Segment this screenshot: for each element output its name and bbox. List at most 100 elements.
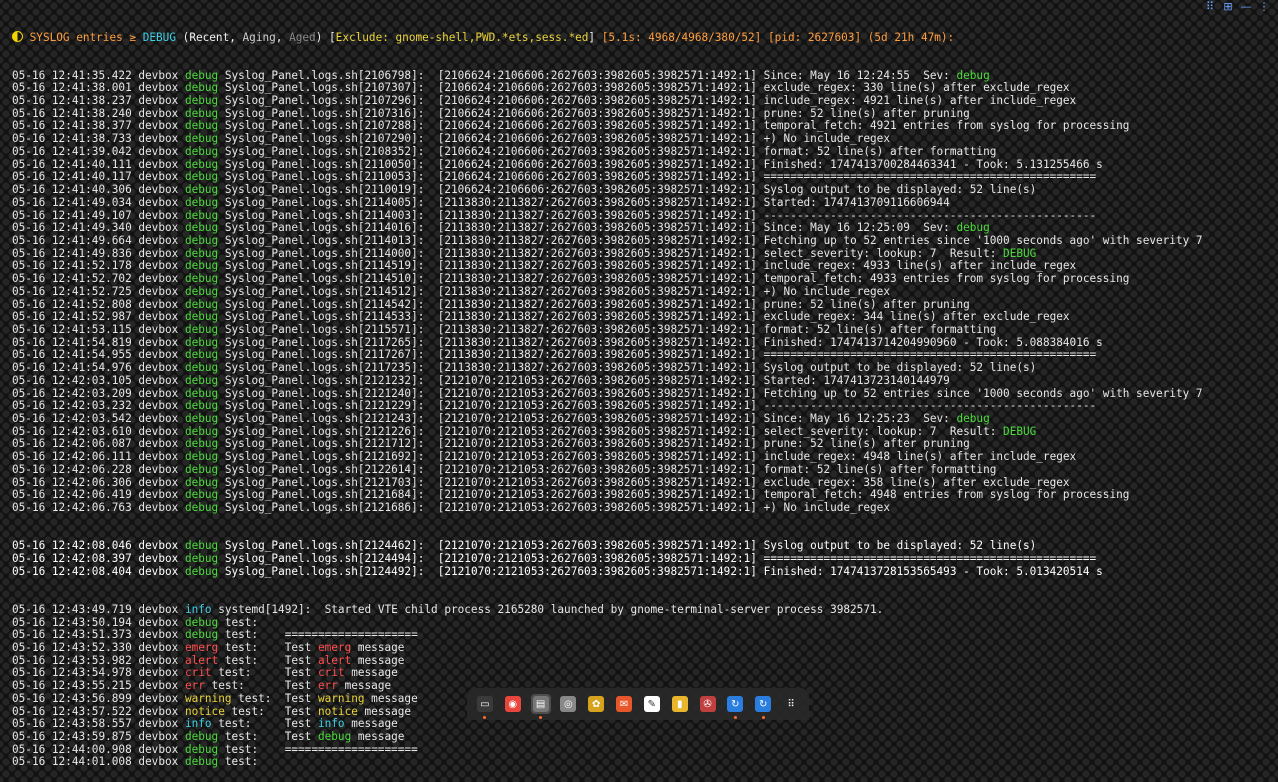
grid-icon[interactable]: ⠿ <box>1204 1 1216 13</box>
header-segment: SYSLOG entries <box>23 31 130 45</box>
log-host: devbox <box>138 246 179 260</box>
log-message: Syslog output to be displayed: 52 line(s… <box>763 361 1037 375</box>
log-source: Syslog_Panel.logs.sh[2110053]: <box>224 170 425 184</box>
bug-icon-glyph: ✿ <box>588 696 605 712</box>
log-severity: debug <box>184 272 219 286</box>
log-host: devbox <box>138 144 179 158</box>
log-timestamp: 05-16 12:43:53.982 <box>12 653 132 667</box>
minimize-icon[interactable]: — <box>1240 1 1252 13</box>
bug-icon[interactable]: ✿ <box>586 694 606 714</box>
log-host: devbox <box>138 195 179 209</box>
log-message: Since: May 16 12:25:23 Sev: <box>763 412 957 425</box>
archive-icon[interactable]: ▮ <box>670 694 690 714</box>
log-message: message <box>357 704 412 718</box>
log-severity: debug <box>184 501 219 515</box>
header-segment: Exclude: gnome-shell,PWD.*ets,sess.*ed <box>335 31 589 45</box>
dots-icon[interactable]: ⋮ <box>1258 1 1270 13</box>
log-severity: debug <box>184 183 219 197</box>
log-host: devbox <box>138 691 179 705</box>
log-timestamp: 05-16 12:42:08.397 <box>12 551 132 565</box>
log-source: Syslog_Panel.logs.sh[2124494]: <box>224 551 425 565</box>
log-ids: [2106624:2106606:2627603:3982605:3982571… <box>437 106 757 120</box>
log-timestamp: 05-16 12:42:06.111 <box>12 450 132 464</box>
header-segment: Aging <box>242 31 276 45</box>
mail-icon-glyph: ✉ <box>616 696 633 712</box>
log-line: 05-16 12:44:01.008 devbox debug test: <box>12 756 1278 769</box>
log-message: message <box>351 729 405 743</box>
log-timestamp: 05-16 12:41:38.733 <box>12 132 132 146</box>
log-severity: debug <box>184 81 219 95</box>
sync2-icon-glyph: ↻ <box>755 696 772 712</box>
log-severity: debug <box>184 386 219 400</box>
log-message: select_severity: lookup: 7 Result: <box>763 246 1004 260</box>
tools-icon[interactable]: ✇ <box>698 694 718 714</box>
debug-log-block: 05-16 12:41:35.422 devbox debug Syslog_P… <box>12 68 1278 515</box>
log-message: debug <box>317 729 352 743</box>
log-message: Started: 1747413723140144979 <box>763 373 950 387</box>
log-severity: debug <box>184 132 219 146</box>
log-ids: [2121070:2121053:2627603:3982605:3982571… <box>437 399 757 413</box>
log-source: Syslog_Panel.logs.sh[2117267]: <box>224 348 425 362</box>
log-message: format: 52 line(s) after formatting <box>763 462 997 476</box>
log-message: test: <box>218 615 259 629</box>
log-message: test: Test <box>204 679 318 693</box>
sync-icon[interactable]: ↻ <box>725 694 745 719</box>
log-host: devbox <box>138 221 179 235</box>
log-severity: info <box>184 717 212 731</box>
log-message: message <box>344 717 398 731</box>
sync-icon-glyph: ↻ <box>727 696 744 712</box>
log-source: Syslog_Panel.logs.sh[2121686]: <box>224 501 425 515</box>
log-source: Syslog_Panel.logs.sh[2114519]: <box>224 259 425 273</box>
terminal-icon[interactable]: ▭ <box>475 694 495 719</box>
log-host: devbox <box>138 551 179 565</box>
log-host: devbox <box>138 208 179 222</box>
log-timestamp: 05-16 12:41:49.664 <box>12 233 132 247</box>
log-ids: [2113830:2113827:2627603:3982605:3982571… <box>437 322 757 336</box>
log-source: Syslog_Panel.logs.sh[2107316]: <box>224 106 425 120</box>
log-severity: debug <box>184 208 219 222</box>
log-host: devbox <box>138 170 179 184</box>
files-icon[interactable]: ▤ <box>530 694 551 719</box>
log-message: debug <box>956 412 990 425</box>
log-host: devbox <box>138 348 179 362</box>
log-ids: [2113830:2113827:2627603:3982605:3982571… <box>437 233 757 247</box>
chrome-icon[interactable]: ◉ <box>503 694 523 714</box>
log-ids: [2121070:2121053:2627603:3982605:3982571… <box>437 437 757 451</box>
layout-icon[interactable]: ⊞ <box>1222 1 1234 13</box>
log-timestamp: 05-16 12:43:50.194 <box>12 615 132 629</box>
log-ids: [2113830:2113827:2627603:3982605:3982571… <box>437 221 757 235</box>
log-host: devbox <box>138 704 179 718</box>
apps-grid-icon[interactable]: ⠿ <box>781 694 801 714</box>
log-timestamp: 05-16 12:41:40.117 <box>12 170 132 184</box>
mail-icon[interactable]: ✉ <box>614 694 634 714</box>
log-host: devbox <box>138 729 179 743</box>
log-severity: debug <box>184 106 219 120</box>
log-timestamp: 05-16 12:42:06.087 <box>12 437 132 451</box>
log-ids: [2121070:2121053:2627603:3982605:3982571… <box>437 424 757 438</box>
log-timestamp: 05-16 12:41:49.340 <box>12 221 132 235</box>
log-timestamp: 05-16 12:43:54.978 <box>12 666 132 680</box>
log-message: debug <box>956 68 990 82</box>
log-severity: debug <box>184 322 219 336</box>
log-timestamp: 05-16 12:43:59.875 <box>12 729 132 743</box>
settings-icon[interactable]: ◎ <box>558 694 578 714</box>
log-source: Syslog_Panel.logs.sh[2121232]: <box>224 373 425 387</box>
log-severity: debug <box>184 488 219 502</box>
log-ids: [2121070:2121053:2627603:3982605:3982571… <box>437 462 757 476</box>
log-severity: debug <box>184 399 219 413</box>
header-segment: [5.1s: 4968/4968/380/52] [pid: 2627603] … <box>601 31 955 45</box>
log-source: Syslog_Panel.logs.sh[2106798]: <box>224 68 425 82</box>
apps-grid-icon-glyph: ⠿ <box>787 698 795 710</box>
log-timestamp: 05-16 12:41:52.702 <box>12 272 132 286</box>
text-editor-icon[interactable]: ✎ <box>642 694 662 714</box>
log-message: emerg <box>317 640 352 654</box>
log-source: Syslog_Panel.logs.sh[2121684]: <box>224 488 425 502</box>
terminal-output[interactable]: SYSLOG entries ≥ DEBUG (Recent, Aging, A… <box>12 6 1278 782</box>
log-timestamp: 05-16 12:41:52.808 <box>12 297 132 311</box>
log-severity: debug <box>184 297 219 311</box>
log-source: Syslog_Panel.logs.sh[2107296]: <box>224 94 425 108</box>
log-timestamp: 05-16 12:42:08.046 <box>12 539 132 553</box>
log-message: warning <box>317 691 365 705</box>
log-timestamp: 05-16 12:41:52.987 <box>12 310 132 324</box>
sync2-icon[interactable]: ↻ <box>753 694 773 719</box>
